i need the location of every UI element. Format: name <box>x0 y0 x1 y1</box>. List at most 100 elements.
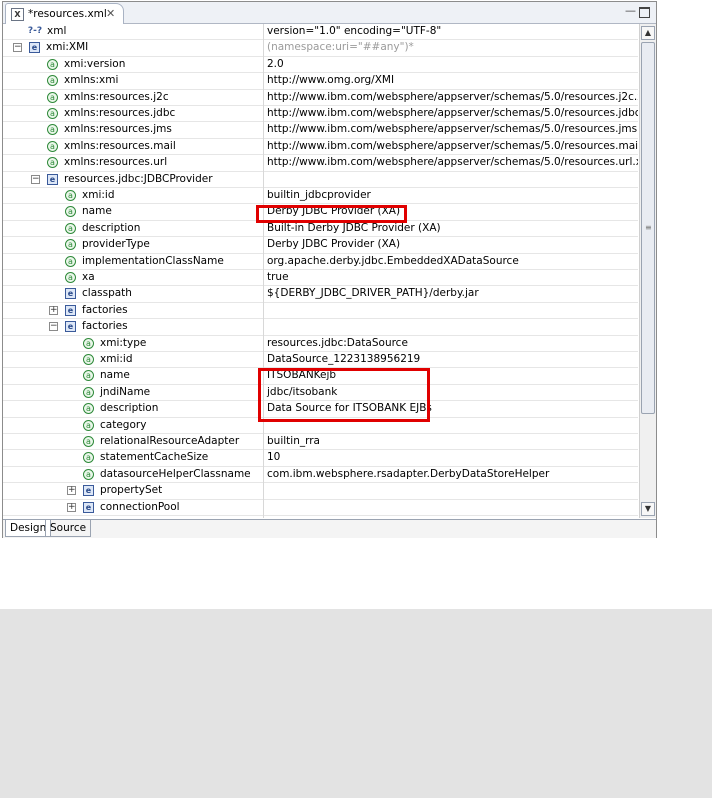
node-value[interactable]: ${DERBY_JDBC_DRIVER_PATH}/derby.jar <box>267 287 479 299</box>
attribute-icon: a <box>65 255 76 267</box>
tree-row[interactable]: a xa true <box>3 270 638 287</box>
highlight-box-datasource <box>258 368 430 422</box>
tree-row[interactable]: a description Built-in Derby JDBC Provider… <box>3 221 638 238</box>
node-label: implementationClassName <box>82 254 224 267</box>
attribute-icon: a <box>83 436 94 447</box>
tree-row[interactable]: e classpath ${DERBY_JDBC_DRIVER_PATH}/derb… <box>3 286 638 303</box>
node-value[interactable]: Built-in Derby JDBC Provider (XA) <box>267 222 441 234</box>
node-label: statementCacheSize <box>100 451 209 464</box>
tree-row[interactable]: a providerType Derby JDBC Provider (XA) <box>3 237 638 254</box>
node-value[interactable]: (namespace:uri="##any")* <box>267 41 414 53</box>
node-value[interactable]: builtin_rra <box>267 435 320 447</box>
scroll-down-icon[interactable]: ▼ <box>641 502 655 516</box>
attribute-icon: a <box>47 58 58 70</box>
node-value[interactable]: com.ibm.websphere.rsadapter.DerbyDataSto… <box>267 468 549 480</box>
tree-row[interactable]: a relationalResourceAdapter builtin_rra <box>3 434 638 451</box>
tree-row[interactable]: a xmlns:resources.jdbc http://www.ibm.com/… <box>3 106 638 123</box>
node-value[interactable]: http://www.ibm.com/websphere/appserver/s… <box>267 123 638 135</box>
node-value[interactable]: http://www.omg.org/XMI <box>267 74 394 86</box>
tree-row[interactable]: a implementationClassName org.apache.derby… <box>3 254 638 270</box>
element-icon: e <box>65 288 76 300</box>
element-icon: e <box>65 304 76 316</box>
tree-row[interactable]: ?-? xml version="1.0" encoding="UTF-8" <box>3 24 638 41</box>
tree-row[interactable]: + e factories <box>3 303 638 320</box>
node-label: datasourceHelperClassname <box>100 467 251 480</box>
collapse-icon[interactable]: − <box>31 174 40 184</box>
tab-resources-xml[interactable]: X *resources.xml ✕ <box>5 3 124 24</box>
tree-row[interactable]: + e connectionPool <box>3 500 638 516</box>
tree-row[interactable]: − e xmi:XMI (namespace:uri="##any")* <box>3 40 638 57</box>
tree-row[interactable]: a xmi:type resources.jdbc:DataSource <box>3 336 638 352</box>
attribute-icon: a <box>83 354 94 365</box>
vertical-scrollbar[interactable]: ▲ ≡ ▼ <box>639 24 656 518</box>
node-label: factories <box>82 303 128 316</box>
attribute-icon: a <box>47 140 58 152</box>
node-value[interactable]: builtin_jdbcprovider <box>267 189 371 201</box>
tree-row[interactable]: − e factories <box>3 319 638 336</box>
scroll-thumb[interactable]: ≡ <box>641 42 655 414</box>
expand-icon[interactable]: + <box>49 305 58 315</box>
node-value[interactable]: Derby JDBC Provider (XA) <box>267 238 400 250</box>
node-value[interactable]: org.apache.derby.jdbc.EmbeddedXADataSour… <box>267 255 519 267</box>
node-label: xml <box>47 25 67 37</box>
column-separator[interactable] <box>263 24 264 518</box>
node-label: name <box>82 205 112 218</box>
node-value[interactable]: 2.0 <box>267 58 284 70</box>
tree-row[interactable]: a statementCacheSize 10 <box>3 450 638 467</box>
scroll-up-icon[interactable]: ▲ <box>641 26 655 40</box>
node-value[interactable]: version="1.0" encoding="UTF-8" <box>267 25 441 37</box>
node-label: providerType <box>82 238 150 251</box>
highlight-box-provider-name <box>256 205 407 223</box>
close-icon[interactable]: ✕ <box>106 7 115 20</box>
tree-row[interactable]: a xmi:version 2.0 <box>3 57 638 74</box>
collapse-icon[interactable]: − <box>13 43 22 53</box>
attribute-icon: a <box>47 91 58 103</box>
tree-row[interactable]: a xmlns:resources.j2c http://www.ibm.com/w… <box>3 90 638 106</box>
attribute-icon: a <box>83 386 94 398</box>
attribute-icon: a <box>65 239 76 251</box>
expand-icon[interactable]: + <box>67 486 76 496</box>
tree-row[interactable]: a xmlns:resources.mail http://www.ibm.com/… <box>3 139 638 156</box>
minimize-icon[interactable]: — <box>625 4 636 17</box>
tree-row[interactable]: a xmlns:resources.url http://www.ibm.com/w… <box>3 155 638 172</box>
attribute-icon: a <box>83 403 94 415</box>
grip-icon: ≡ <box>645 223 652 232</box>
expand-icon[interactable]: + <box>67 502 76 512</box>
node-value[interactable]: resources.jdbc:DataSource <box>267 337 408 349</box>
tree-row[interactable]: a xmi:id DataSource_1223138956219 <box>3 352 638 369</box>
maximize-icon[interactable] <box>639 7 650 18</box>
xml-tree: ?-? xml version="1.0" encoding="UTF-8" − e xm… <box>3 24 638 518</box>
node-value[interactable]: http://www.ibm.com/websphere/appserver/s… <box>267 107 638 119</box>
tree-row[interactable]: a xmlns:resources.jms http://www.ibm.com/w… <box>3 122 638 139</box>
node-label: xmlns:resources.mail <box>64 139 176 152</box>
editor-tab-bar: X *resources.xml ✕ — <box>3 2 656 24</box>
attribute-icon: a <box>47 75 58 87</box>
node-value[interactable]: DataSource_1223138956219 <box>267 353 420 365</box>
attribute-icon: a <box>83 370 94 382</box>
node-label: xa <box>82 271 95 283</box>
node-label: propertySet <box>100 484 163 497</box>
attribute-icon: a <box>65 190 76 201</box>
tab-source[interactable]: Source <box>45 520 92 537</box>
node-value[interactable]: true <box>267 271 289 283</box>
node-label: connectionPool <box>100 500 180 513</box>
node-value[interactable]: http://www.ibm.com/websphere/appserver/s… <box>267 156 638 168</box>
attribute-icon: a <box>47 124 58 136</box>
element-icon: e <box>83 501 94 513</box>
tree-row[interactable]: a datasourceHelperClassname com.ibm.websph… <box>3 467 638 484</box>
node-label: category <box>100 418 147 431</box>
attribute-icon: a <box>65 272 76 283</box>
node-label: xmlns:xmi <box>64 74 119 87</box>
node-label: xmlns:resources.url <box>64 156 168 169</box>
collapse-icon[interactable]: − <box>49 322 58 332</box>
tree-row[interactable]: a xmlns:xmi http://www.omg.org/XMI <box>3 73 638 90</box>
attribute-icon: a <box>83 452 94 464</box>
node-value[interactable]: 10 <box>267 451 280 463</box>
node-value[interactable]: http://www.ibm.com/websphere/appserver/s… <box>267 140 638 152</box>
node-label: description <box>82 221 141 234</box>
node-value[interactable]: http://www.ibm.com/websphere/appserver/s… <box>267 91 638 103</box>
tree-row[interactable]: − e resources.jdbc:JDBCProvider <box>3 172 638 188</box>
node-label: factories <box>82 320 128 333</box>
tree-row[interactable]: a xmi:id builtin_jdbcprovider <box>3 188 638 205</box>
tree-row[interactable]: + e propertySet <box>3 483 638 500</box>
